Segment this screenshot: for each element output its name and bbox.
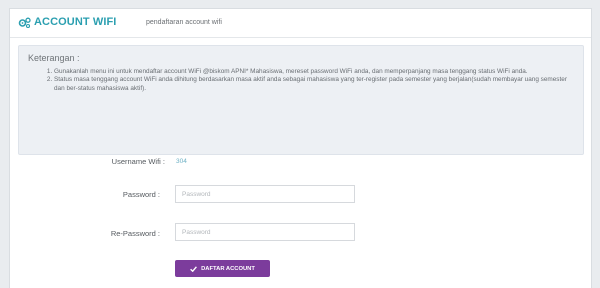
keterangan-title: Keterangan : (28, 53, 80, 63)
repassword-field[interactable] (175, 223, 355, 241)
password-field[interactable] (175, 185, 355, 203)
cogs-icon (18, 17, 31, 28)
keterangan-item: Status masa tenggang account WiFi anda d… (54, 76, 574, 93)
password-label: Password : (122, 190, 160, 199)
repassword-label: Re-Password : (110, 229, 160, 238)
page-title: ACCOUNT WIFI (34, 16, 117, 28)
check-icon (190, 265, 198, 272)
panel-header: ACCOUNT WIFI pendaftaran account wifi (10, 9, 591, 38)
keterangan-list: Gunakanlah menu ini untuk mendaftar acco… (19, 68, 574, 93)
username-label: Username Wifi : (111, 157, 165, 166)
account-wifi-panel: ACCOUNT WIFI pendaftaran account wifi Ke… (9, 8, 592, 288)
daftar-account-button[interactable]: DAFTAR ACCOUNT (175, 260, 270, 277)
keterangan-item: Gunakanlah menu ini untuk mendaftar acco… (54, 68, 574, 76)
page-subtitle: pendaftaran account wifi (146, 19, 222, 26)
keterangan-box: Keterangan : Gunakanlah menu ini untuk m… (18, 45, 584, 155)
daftar-account-label: DAFTAR ACCOUNT (201, 265, 255, 272)
username-value: 304 (176, 158, 187, 165)
